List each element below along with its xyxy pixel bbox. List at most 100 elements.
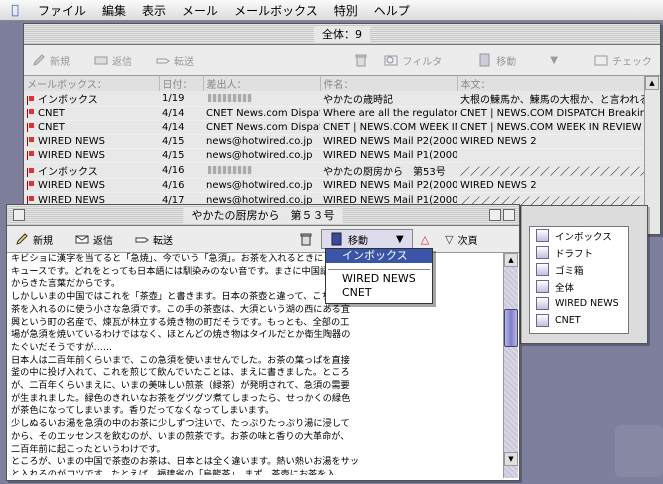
flag-icon: [27, 95, 34, 105]
cell-subject: やかたの歳時記: [320, 91, 457, 107]
message-toolbar: 新規 返信 転送 移動 ▼ △ ▽ 次頁: [7, 226, 519, 253]
cell-from: news@hotwired.co.jp: [203, 134, 320, 149]
body-line: 興という町の名産で、煉瓦が林立する焼き物の町だそうです。もっとも、全部の工: [11, 316, 350, 328]
table-row[interactable]: インボックス 4/16 やかたの厨房から 第53号 ／／／／／／／／／／／／／／／／／…: [24, 162, 644, 179]
new-button[interactable]: 新規: [24, 49, 78, 71]
forward-button[interactable]: 転送: [148, 49, 202, 71]
move-button-main[interactable]: 移動 ▼: [470, 49, 566, 71]
cell-body: 大根の鰊馬か、鰊馬の大根か、と言われるほどの: [457, 91, 644, 107]
menu-mailbox[interactable]: メールボックス: [226, 2, 326, 19]
cell-date: 1/19: [159, 91, 203, 107]
check-mail-icon: [594, 55, 608, 66]
table-row[interactable]: WIRED NEWS 4/15 news@hotwired.co.jp WIRED N…: [24, 148, 644, 163]
zoom-box-icon[interactable]: [489, 209, 501, 221]
pencil-icon: [16, 233, 28, 245]
msg-reply-label: 返信: [93, 235, 113, 247]
forward-label: 転送: [174, 56, 194, 68]
cell-from: news@hotwired.co.jp: [203, 178, 320, 193]
mailbox-list: インボックス ドラフト ゴミ箱 全体 WIRED NEWS CNET: [529, 226, 629, 334]
scroll-up-icon[interactable]: ▲: [645, 76, 659, 90]
menu-view[interactable]: 表示: [134, 2, 174, 19]
filter-label: フィルタ: [402, 56, 443, 68]
mailbox-list-item[interactable]: ドラフト: [530, 244, 628, 261]
message-scrollbar[interactable]: ▲ ▼: [503, 253, 518, 478]
col-mailbox[interactable]: メールボックス：: [24, 76, 160, 91]
body-line: 日本人は二百年前くらいまで、この急須を使いませんでした。お茶の葉っぱを直接: [11, 354, 350, 366]
cell-mailbox: WIRED NEWS: [24, 178, 159, 193]
scroll-up-icon[interactable]: ▲: [504, 253, 518, 267]
filter-button[interactable]: フィルタ: [376, 49, 450, 71]
check-button[interactable]: チェック: [586, 49, 660, 71]
cell-date: 4/16: [159, 162, 203, 179]
flag-icon: [27, 122, 34, 132]
col-from[interactable]: 差出人：: [203, 76, 321, 91]
menu-edit[interactable]: 編集: [94, 2, 134, 19]
menu-help[interactable]: ヘルプ: [366, 2, 418, 19]
main-window-title: 全体：9: [314, 26, 370, 42]
mailbox-list-item[interactable]: 全体: [530, 278, 628, 295]
col-date[interactable]: 日付：: [159, 76, 204, 91]
cell-body: ／／／／／／／／／／／／／／／／／／／: [457, 162, 644, 179]
body-line: ところが、いまの中国で茶壺のお茶は、日本とは全く違います。熱い熱いお湯をサッ: [11, 456, 360, 468]
menu-special[interactable]: 特別: [326, 2, 366, 19]
next-button[interactable]: ▽ 次頁: [437, 228, 485, 250]
cell-mailbox: インボックス: [24, 91, 159, 107]
mailbox-icon: [536, 246, 549, 259]
body-line: 釜の中に投げ入れて、これを煎じて飲んでいたことは、まえに書きました。ところ: [11, 367, 350, 379]
new-label: 新規: [50, 56, 70, 68]
msg-new-button[interactable]: 新規: [7, 228, 61, 250]
menu-file[interactable]: ファイル: [30, 2, 94, 19]
body-line: 二百年前に起こったというわけです。: [11, 443, 166, 455]
mailbox-icon: [536, 280, 549, 293]
cell-mailbox: CNET: [24, 106, 159, 121]
msg-new-label: 新規: [33, 235, 53, 247]
scroll-thumb[interactable]: [504, 309, 518, 347]
col-body[interactable]: 本文：: [457, 76, 645, 91]
mac-finder-logo: [615, 425, 663, 477]
msg-move-button[interactable]: 移動 ▼: [321, 229, 413, 249]
scroll-down-icon[interactable]: ▼: [504, 452, 518, 466]
move-menu-item-inbox[interactable]: インボックス: [326, 249, 432, 263]
previous-button[interactable]: △: [413, 228, 437, 250]
trash-icon: [300, 233, 312, 246]
cell-date: 4/14: [159, 120, 203, 135]
table-header: メールボックス： 日付： 差出人： 件名： 本文：: [24, 76, 645, 91]
book-icon: [479, 53, 490, 67]
chevron-down-icon: ▼: [550, 54, 558, 66]
forward-hand-icon: [135, 237, 149, 243]
mailbox-list-item[interactable]: インボックス: [530, 227, 628, 244]
msg-forward-label: 転送: [153, 235, 173, 247]
move-menu-item-cnet[interactable]: CNET: [326, 286, 432, 300]
body-line: 少しぬるいお湯を急須の中のお茶に少しずつ注いで、たっぷりたっぷり湯に浸して: [11, 418, 350, 430]
mailbox-list-item[interactable]: ゴミ箱: [530, 261, 628, 278]
mailbox-list-item[interactable]: WIRED NEWS: [530, 295, 628, 312]
table-row[interactable]: WIRED NEWS 4/16 news@hotwired.co.jp WIRED N…: [24, 178, 644, 193]
table-row[interactable]: インボックス1/19 やかたの歳時記大根の鰊馬か、鰊馬の大根か、と言われるほどの: [24, 91, 644, 107]
message-window-titlebar[interactable]: やかたの厨房から 第５３号: [7, 205, 519, 226]
table-row[interactable]: CNET 4/14 CNET News.com Dispat CNET | NEWS.…: [24, 120, 644, 135]
cell-date: 4/15: [159, 134, 203, 149]
main-window-titlebar[interactable]: 全体：9: [24, 24, 660, 45]
msg-forward-button[interactable]: 転送: [127, 228, 181, 250]
reply-button[interactable]: 返信: [86, 49, 140, 71]
cell-date: 4/16: [159, 178, 203, 193]
msg-reply-button[interactable]: 返信: [67, 228, 121, 250]
menu-mail[interactable]: メール: [174, 2, 226, 19]
table-row[interactable]: WIRED NEWS 4/15 news@hotwired.co.jp WIRED N…: [24, 134, 644, 149]
msg-delete-button[interactable]: [291, 228, 321, 250]
body-line: 茶を入れるのに使う小さな急須です。この手の茶壺は、大須という湖の西にある宜: [11, 303, 351, 315]
col-subject[interactable]: 件名：: [320, 76, 458, 91]
cell-from: CNET News.com Dispat: [203, 106, 320, 121]
cell-date: 4/15: [159, 148, 203, 163]
close-box-icon[interactable]: [13, 209, 25, 221]
collapse-box-icon[interactable]: [503, 209, 515, 221]
table-row[interactable]: CNET 4/14 CNET News.com Dispat Where are al…: [24, 106, 644, 121]
move-menu-item-wired-news[interactable]: WIRED NEWS: [326, 272, 432, 286]
apple-menu-icon[interactable]: : [0, 3, 30, 18]
cell-from: news@hotwired.co.jp: [203, 148, 320, 163]
menu-separator: [328, 263, 430, 270]
delete-button[interactable]: [346, 49, 376, 71]
mailbox-list-item[interactable]: CNET: [530, 312, 628, 329]
flag-icon: [27, 167, 34, 177]
mailbox-icon: [536, 229, 549, 242]
